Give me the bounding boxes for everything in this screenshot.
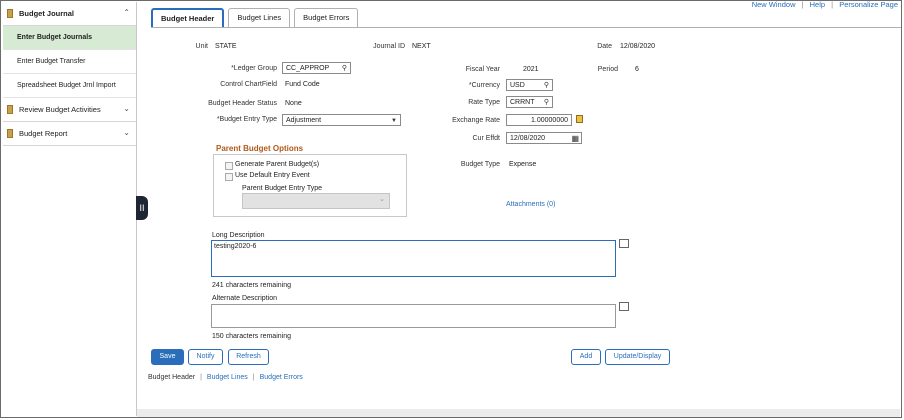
long-description-label: Long Description <box>212 232 265 239</box>
budget-entry-type-value: Adjustment <box>286 117 322 124</box>
fiscal-year-value: 2021 <box>523 66 539 73</box>
currency-label: *Currency <box>468 82 500 89</box>
sidebar-group-budget-report[interactable]: Budget Report ⌄ <box>3 122 136 146</box>
separator: | <box>252 374 255 381</box>
sidebar-group-review-budget-activities[interactable]: Review Budget Activities ⌄ <box>3 98 136 122</box>
search-icon[interactable]: ⚲ <box>544 80 549 92</box>
tab-budget-header[interactable]: Budget Header <box>151 8 225 28</box>
journal-id-label: Journal ID <box>373 43 405 50</box>
control-chartfield-label: Control ChartField <box>220 81 277 88</box>
sidebar-group-label: Review Budget Activities <box>19 105 101 114</box>
separator: | <box>200 374 202 381</box>
personalize-page-link[interactable]: Personalize Page <box>839 0 898 9</box>
calculator-icon[interactable] <box>576 115 583 123</box>
budget-entry-type-select[interactable]: Adjustment ▼ <box>282 114 401 126</box>
use-default-entry-checkbox[interactable] <box>225 173 233 181</box>
period-label: Period <box>597 66 618 73</box>
calendar-icon[interactable]: ▦ <box>571 133 579 145</box>
period-value: 6 <box>635 66 639 73</box>
parent-entry-type-select[interactable]: ⌄ <box>242 193 390 209</box>
chevron-up-icon[interactable]: ⌃ <box>123 8 130 17</box>
generate-parent-label: Generate Parent Budget(s) <box>235 161 320 168</box>
alternate-description-remaining: 150 characters remaining <box>212 333 291 340</box>
cur-effdt-label: Cur Effdt <box>472 135 501 142</box>
journal-id-value: NEXT <box>412 43 431 50</box>
footer-links: Budget Header | Budget Lines | Budget Errors <box>148 374 303 381</box>
date-value: 12/08/2020 <box>620 43 656 50</box>
sidebar-item-enter-budget-journals[interactable]: Enter Budget Journals <box>3 26 136 50</box>
budget-type-value: Expense <box>509 161 537 168</box>
fiscal-year-label: Fiscal Year <box>465 66 500 73</box>
refresh-button[interactable]: Refresh <box>228 349 269 365</box>
generate-parent-checkbox[interactable] <box>225 162 233 170</box>
sidebar-collapse-handle[interactable]: II <box>136 196 148 220</box>
control-chartfield-value: Fund Code <box>285 81 320 88</box>
folder-icon <box>7 9 13 18</box>
attachments-link[interactable]: Attachments (0) <box>506 201 555 208</box>
date-label: Date <box>597 43 612 50</box>
budget-type-label: Budget Type <box>460 161 500 168</box>
sidebar: Budget Journal ⌃ Enter Budget Journals E… <box>3 2 137 416</box>
chevron-down-icon[interactable]: ⌄ <box>123 104 130 113</box>
ledger-group-value: CC_APPROP <box>286 65 330 72</box>
help-link[interactable]: Help <box>810 0 825 9</box>
unit-value: STATE <box>215 43 237 50</box>
search-icon[interactable]: ⚲ <box>342 63 347 75</box>
rate-type-label: Rate Type <box>468 99 500 106</box>
new-window-link[interactable]: New Window <box>752 0 796 9</box>
parent-budget-options-title: Parent Budget Options <box>216 144 304 153</box>
sidebar-item-enter-budget-transfer[interactable]: Enter Budget Transfer <box>3 50 136 74</box>
tab-budget-lines[interactable]: Budget Lines <box>228 8 291 27</box>
ledger-group-input[interactable]: CC_APPROP ⚲ <box>282 62 351 74</box>
sidebar-group-budget-journal[interactable]: Budget Journal ⌃ <box>3 2 136 26</box>
long-description-textarea[interactable]: testing2020-6 <box>211 240 616 277</box>
folder-icon <box>7 129 13 138</box>
separator: | <box>801 0 804 9</box>
ledger-group-label: *Ledger Group <box>231 65 277 72</box>
use-default-entry-label: Use Default Entry Event <box>235 172 310 179</box>
alternate-description-textarea[interactable] <box>211 304 616 328</box>
cur-effdt-value: 12/08/2020 <box>510 135 546 142</box>
alternate-description-label: Alternate Description <box>212 295 277 302</box>
parent-entry-type-label: Parent Budget Entry Type <box>242 185 323 192</box>
save-button[interactable]: Save <box>151 349 184 365</box>
update-display-button[interactable]: Update/Display <box>605 349 670 365</box>
cur-effdt-input[interactable]: 12/08/2020 ▦ <box>506 132 582 144</box>
search-icon[interactable]: ⚲ <box>544 97 549 109</box>
expand-icon[interactable] <box>619 239 629 248</box>
rate-type-input[interactable]: CRRNT ⚲ <box>506 96 553 108</box>
footer-budget-errors-link[interactable]: Budget Errors <box>260 374 303 381</box>
expand-icon[interactable] <box>619 302 629 311</box>
tab-bar: Budget Header Budget Lines Budget Errors <box>151 8 359 28</box>
separator: | <box>831 0 834 9</box>
sidebar-group-label: Budget Journal <box>19 9 75 18</box>
currency-input[interactable]: USD ⚲ <box>506 79 553 91</box>
folder-icon <box>7 105 13 114</box>
budget-header-status-value: None <box>285 100 302 107</box>
sidebar-group-label: Budget Report <box>19 129 68 138</box>
tab-divider <box>151 27 901 28</box>
footer-budget-header: Budget Header <box>148 374 196 381</box>
exchange-rate-label: Exchange Rate <box>452 117 500 124</box>
footer-budget-lines-link[interactable]: Budget Lines <box>207 374 248 381</box>
tab-budget-errors[interactable]: Budget Errors <box>294 8 359 27</box>
rate-type-value: CRRNT <box>510 99 535 106</box>
long-description-remaining: 241 characters remaining <box>212 282 291 289</box>
horizontal-scrollbar[interactable] <box>137 409 900 417</box>
chevron-down-icon[interactable]: ⌄ <box>123 128 130 137</box>
sidebar-item-spreadsheet-import[interactable]: Spreadsheet Budget Jrnl Import <box>3 74 136 98</box>
budget-header-status-label: Budget Header Status <box>208 100 277 107</box>
chevron-down-icon: ▼ <box>391 118 397 124</box>
budget-entry-type-label: *Budget Entry Type <box>216 116 277 123</box>
exchange-rate-input[interactable]: 1.00000000 <box>506 114 572 126</box>
currency-value: USD <box>510 82 525 89</box>
notify-button[interactable]: Notify <box>188 349 223 365</box>
chevron-down-icon: ⌄ <box>379 196 385 203</box>
unit-label: Unit <box>195 43 208 50</box>
top-links: New Window | Help | Personalize Page <box>752 0 898 9</box>
add-button[interactable]: Add <box>571 349 601 365</box>
